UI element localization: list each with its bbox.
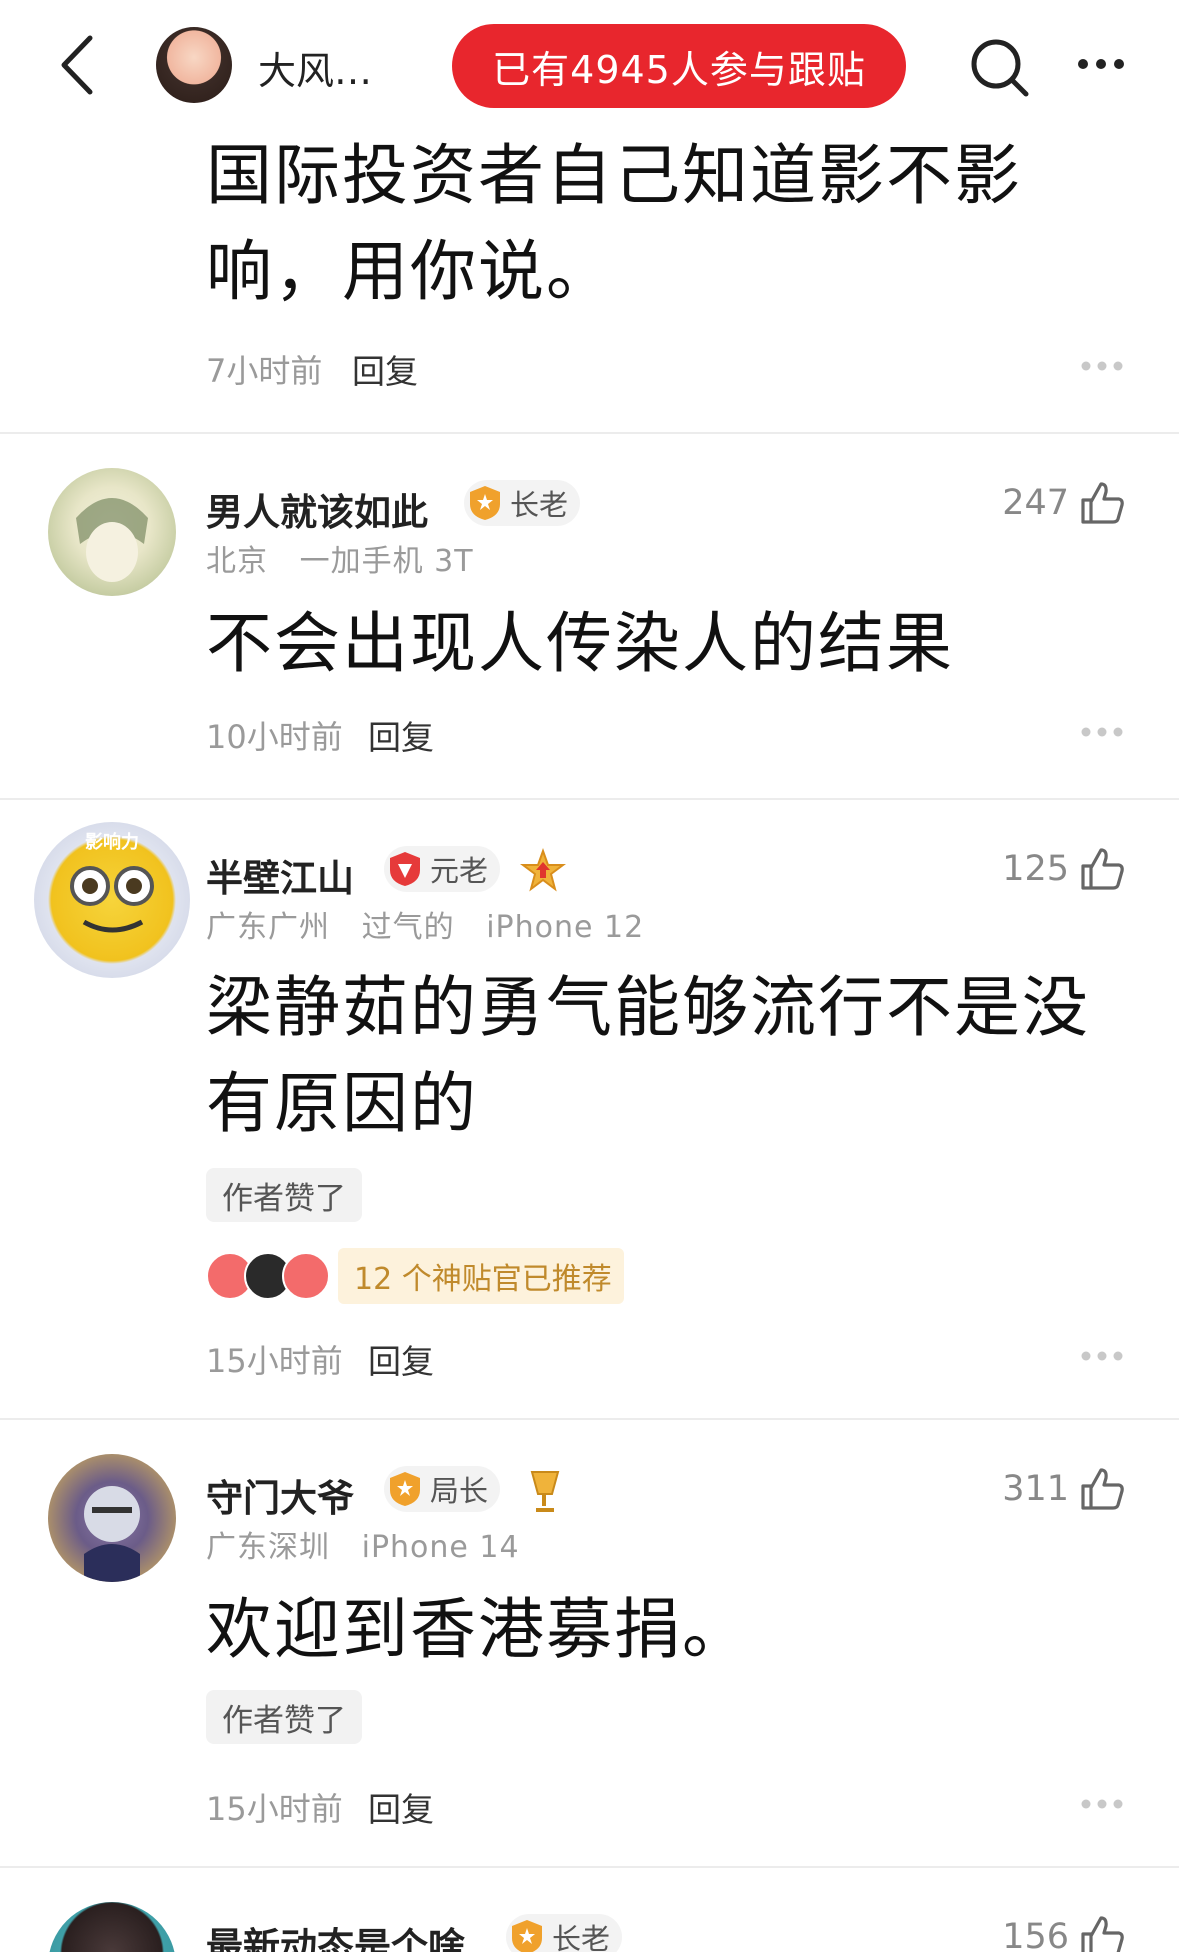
avatar[interactable] (48, 468, 176, 596)
user-name[interactable]: 半壁江山 (206, 848, 354, 902)
like-button[interactable]: 247 (1002, 478, 1127, 528)
user-badge: 元老 (384, 846, 501, 892)
user-location: 广东深圳 (206, 1530, 330, 1565)
comment-text-line: 不会出现人传染人的结果 (206, 605, 954, 682)
divider (0, 432, 1179, 434)
comment-time: 10小时前 (206, 718, 343, 756)
like-count: 156 (1002, 1917, 1069, 1952)
comment-text-line: 有原因的 (206, 1065, 478, 1142)
avatar[interactable] (48, 1902, 176, 1952)
user-meta: 广东广州 过气的 iPhone 12 (206, 902, 644, 946)
user-badge: 长老 (506, 1914, 623, 1952)
like-count: 125 (1002, 849, 1069, 889)
comment-time: 15小时前 (206, 1342, 343, 1380)
thumb-up-icon (1081, 848, 1124, 890)
participants-pill[interactable]: 已有4945人参与跟贴 (452, 24, 906, 108)
back-icon[interactable] (50, 30, 110, 100)
reply-button[interactable]: 回复 (368, 1335, 434, 1383)
thumb-up-icon (1081, 1916, 1124, 1952)
like-button[interactable]: 311 (1002, 1464, 1127, 1514)
comment-text-line: 国际投资者自己知道影不影 (206, 137, 1022, 214)
comment-body: 国际投资者自己知道影不影 响，用你说。 (206, 128, 1106, 320)
avatar[interactable]: 影响力 (34, 822, 190, 978)
user-badge: 局长 (384, 1466, 501, 1512)
thumb-up-icon (1081, 1468, 1124, 1510)
recommend-text: 12 个神贴官已推荐 (338, 1248, 624, 1304)
reply-button[interactable]: 回复 (368, 1783, 434, 1831)
top-bar: 大风… 已有4945人参与跟贴 (0, 0, 1179, 132)
reply-button[interactable]: 回复 (368, 711, 434, 759)
badge-label: 元老 (430, 854, 489, 888)
user-name[interactable]: 男人就该如此 (206, 482, 428, 536)
user-name[interactable]: 最新动态是个啥 (206, 1916, 465, 1952)
comment-time: 7小时前 (206, 352, 323, 390)
ruby-badge-icon (390, 852, 420, 886)
comment-text-line: 欢迎到香港募捐。 (206, 1591, 750, 1668)
shield-icon (512, 1920, 542, 1952)
star-level-icon (520, 848, 566, 892)
like-button[interactable]: 156 (1002, 1912, 1127, 1952)
user-device: 一加手机 3T (299, 544, 474, 579)
author-liked-chip: 作者赞了 (206, 1690, 362, 1744)
recommender-avatar (282, 1252, 330, 1300)
reply-button[interactable]: 回复 (352, 345, 418, 393)
like-count: 247 (1002, 483, 1069, 523)
avatar[interactable] (48, 1454, 176, 1582)
comment-more-icon[interactable] (1080, 360, 1124, 372)
user-meta: 北京 一加手机 3T (206, 536, 474, 580)
user-location: 广东广州 (206, 910, 330, 945)
comment-more-icon[interactable] (1080, 1350, 1124, 1362)
user-location: 北京 (206, 544, 268, 579)
user-device: iPhone 14 (361, 1530, 520, 1565)
like-count: 311 (1002, 1469, 1069, 1509)
shield-icon (390, 1472, 420, 1506)
trophy-icon (530, 1471, 560, 1512)
comment-more-icon[interactable] (1080, 726, 1124, 738)
author-liked-chip: 作者赞了 (206, 1168, 362, 1222)
thumb-up-icon (1081, 482, 1124, 524)
badge-label: 局长 (430, 1474, 489, 1508)
comment-body: 欢迎到香港募捐。 (206, 1582, 1106, 1678)
author-name[interactable]: 大风… (258, 40, 372, 95)
avatar-label: 影响力 (85, 831, 139, 853)
comment-body: 梁静茹的勇气能够流行不是没 有原因的 (206, 960, 1106, 1152)
comment-text-line: 梁静茹的勇气能够流行不是没 (206, 969, 1090, 1046)
user-device: iPhone 12 (486, 910, 645, 945)
user-tag: 过气的 (361, 910, 455, 945)
comment-more-icon[interactable] (1080, 1798, 1124, 1810)
user-badge: 长老 (464, 480, 581, 526)
comment-item: 最新动态是个啥 长老 156 (0, 1868, 1179, 1952)
user-meta: 广东深圳 iPhone 14 (206, 1522, 520, 1566)
comment-text-line: 响，用你说。 (206, 233, 614, 310)
recommend-bar[interactable]: 12 个神贴官已推荐 (206, 1248, 624, 1304)
author-avatar[interactable] (156, 27, 232, 103)
comment-time: 15小时前 (206, 1790, 343, 1828)
badge-label: 长老 (510, 488, 569, 522)
badge-label: 长老 (552, 1922, 611, 1952)
more-icon[interactable] (1076, 54, 1126, 74)
divider (0, 798, 1179, 800)
shield-icon (470, 486, 500, 520)
recommender-avatars (206, 1252, 330, 1300)
like-button[interactable]: 125 (1002, 844, 1127, 894)
divider (0, 1418, 1179, 1420)
search-icon[interactable] (964, 32, 1034, 102)
comment-body: 不会出现人传染人的结果 (206, 596, 1106, 692)
user-name[interactable]: 守门大爷 (206, 1468, 354, 1522)
